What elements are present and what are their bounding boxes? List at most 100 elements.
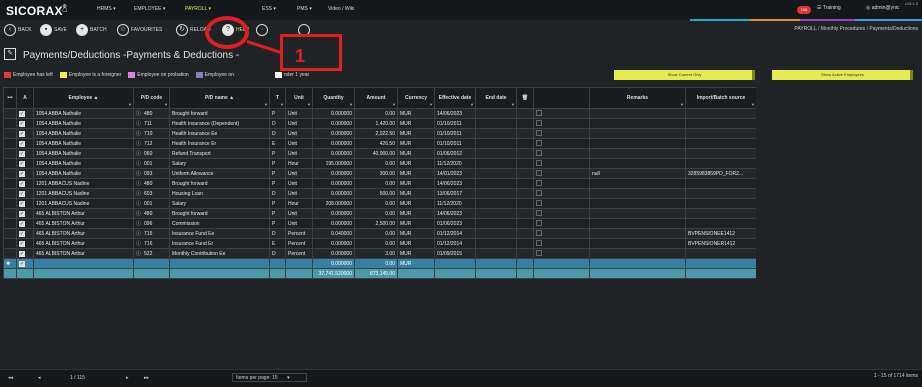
- column-header[interactable]: [533, 87, 590, 109]
- batch-button[interactable]: + BATCH: [76, 23, 107, 37]
- info-icon[interactable]: ⓘ: [136, 221, 141, 227]
- column-header[interactable]: Import/Batch source ▼: [685, 87, 757, 109]
- nav-payroll[interactable]: PAYROLL ▾: [185, 6, 211, 12]
- filter-icon[interactable]: ▼: [751, 102, 755, 107]
- nav-ess[interactable]: ESS ▾: [262, 6, 276, 12]
- table-row[interactable]: ✓ 1054 ABBA Nathalie ⓘ 001 Salary P Hour 195.00…: [3, 158, 757, 169]
- items-per-page-select[interactable]: Items per page: 15 ▾: [232, 373, 307, 382]
- prev-page-button[interactable]: ◂: [38, 375, 41, 381]
- row-checkbox[interactable]: ✓: [16, 218, 34, 229]
- table-row[interactable]: ✓ 1054 ABBA Nathalie ⓘ 710 Health Insurance …: [3, 128, 757, 139]
- new-row-cell[interactable]: [475, 258, 517, 269]
- last-page-button[interactable]: ▸▸: [144, 375, 149, 381]
- info-icon[interactable]: ⓘ: [136, 231, 141, 237]
- filter-icon[interactable]: ▼: [470, 102, 474, 107]
- delete-checkbox[interactable]: [536, 179, 542, 186]
- column-header[interactable]: T ▼: [269, 87, 286, 109]
- delete-checkbox[interactable]: [536, 139, 542, 146]
- delete-checkbox[interactable]: [536, 249, 542, 256]
- table-row[interactable]: ✓ 1201 ABBACUS Nadine ⓘ 603 Housing Loan D Uni…: [3, 188, 757, 199]
- delete-checkbox[interactable]: [536, 189, 542, 196]
- info-icon[interactable]: ⓘ: [136, 201, 141, 207]
- delete-checkbox[interactable]: [536, 159, 542, 166]
- table-row[interactable]: ✓ 1201 ABBACUS Nadine ⓘ 480 Brought forward P…: [3, 178, 757, 189]
- column-header[interactable]: 🗑: [516, 87, 534, 109]
- info-icon[interactable]: ⓘ: [136, 121, 141, 127]
- row-checkbox[interactable]: ✓: [16, 228, 34, 239]
- info-icon[interactable]: ⓘ: [136, 211, 141, 217]
- notification-badge[interactable]: 106: [797, 6, 811, 14]
- column-header[interactable]: Quantity ▼: [312, 87, 355, 109]
- row-checkbox[interactable]: ✓: [16, 248, 34, 259]
- new-row-cell[interactable]: [133, 258, 170, 269]
- row-checkbox[interactable]: ✓: [16, 128, 34, 139]
- new-row-cell[interactable]: [285, 258, 313, 269]
- new-currency[interactable]: MUR: [397, 258, 435, 269]
- column-header[interactable]: P/D name ▲ ▼: [169, 87, 270, 109]
- column-header[interactable]: A: [16, 87, 34, 109]
- row-checkbox[interactable]: ✓: [16, 198, 34, 209]
- column-header[interactable]: Remarks ▼: [589, 87, 686, 109]
- new-row-cell[interactable]: [533, 258, 590, 269]
- row-checkbox[interactable]: ✓: [16, 118, 34, 129]
- next-page-button[interactable]: ▸: [126, 375, 129, 381]
- new-row[interactable]: ✱ ✓ 0.000000 0.00 MUR: [3, 258, 757, 269]
- info-icon[interactable]: ⓘ: [136, 171, 141, 177]
- row-checkbox[interactable]: ✓: [16, 148, 34, 159]
- nav-pms[interactable]: PMS ▾: [297, 6, 312, 12]
- table-row[interactable]: ✓ 1054 ABBA Nathalie ⓘ 712 Health Insurance …: [3, 138, 757, 149]
- new-row-cell[interactable]: [516, 258, 534, 269]
- filter-icon[interactable]: ▼: [392, 102, 396, 107]
- info-icon[interactable]: ⓘ: [136, 151, 141, 157]
- info-icon[interactable]: ⓘ: [136, 111, 141, 117]
- filter-icon[interactable]: ▼: [164, 102, 168, 107]
- column-header[interactable]: Amount ▼: [354, 87, 398, 109]
- row-checkbox[interactable]: ✓: [16, 238, 34, 249]
- new-row-cell[interactable]: [169, 258, 270, 269]
- show-active-employees-button[interactable]: Show Active Employees: [772, 70, 913, 80]
- breadcrumb-monthly[interactable]: Monthly Procedures: [821, 26, 865, 32]
- filter-icon[interactable]: ▼: [264, 102, 268, 107]
- nav-employee[interactable]: EMPLOYEE ▾: [134, 6, 165, 12]
- save-button[interactable]: ▪ SAVE: [40, 23, 67, 37]
- new-quantity[interactable]: 0.000000: [312, 258, 355, 269]
- filter-icon[interactable]: ▼: [511, 102, 515, 107]
- filter-icon[interactable]: ▼: [680, 102, 684, 107]
- favourites-button[interactable]: ☆ FAVOURITES: [117, 23, 162, 37]
- table-row[interactable]: ✓ 465 ALBISTON Arthur ⓘ 096 Commission P Unit 0…: [3, 218, 757, 229]
- info-icon[interactable]: ⓘ: [136, 181, 141, 187]
- delete-checkbox[interactable]: [536, 229, 542, 236]
- filter-icon[interactable]: ▼: [429, 102, 433, 107]
- table-row[interactable]: ✓ 465 ALBISTON Arthur ⓘ 522 Monthly Contribu…: [3, 248, 757, 259]
- show-current-only-button[interactable]: Show Current Only: [614, 70, 755, 80]
- info-icon[interactable]: ⓘ: [136, 191, 141, 197]
- info-icon[interactable]: ⓘ: [136, 241, 141, 247]
- column-header[interactable]: Employee ▲ ▼: [33, 87, 134, 109]
- delete-checkbox[interactable]: [536, 199, 542, 206]
- filter-icon[interactable]: ▼: [128, 102, 132, 107]
- table-row[interactable]: ✓ 1054 ABBA Nathalie ⓘ 711 Health Insurance …: [3, 118, 757, 129]
- table-row[interactable]: ✓ 465 ALBISTON Arthur ⓘ 715 Insurance Fund E…: [3, 228, 757, 239]
- new-row-cell[interactable]: [434, 258, 476, 269]
- column-header[interactable]: End date ▼: [475, 87, 517, 109]
- row-checkbox[interactable]: ✓: [16, 258, 34, 269]
- home-icon[interactable]: ⌂: [62, 5, 72, 14]
- nav-video-wiki[interactable]: Video / Wiki: [328, 6, 354, 12]
- column-header[interactable]: Unit ▼: [285, 87, 313, 109]
- row-checkbox[interactable]: ✓: [16, 178, 34, 189]
- row-checkbox[interactable]: ✓: [16, 168, 34, 179]
- new-row-cell[interactable]: [589, 258, 686, 269]
- delete-checkbox[interactable]: [536, 129, 542, 136]
- new-row-cell[interactable]: [685, 258, 757, 269]
- extra-button[interactable]: ·: [256, 23, 268, 37]
- info-icon[interactable]: ⓘ: [136, 141, 141, 147]
- column-header[interactable]: Currency ▼: [397, 87, 435, 109]
- delete-checkbox[interactable]: [536, 239, 542, 246]
- delete-checkbox[interactable]: [536, 149, 542, 156]
- info-icon[interactable]: ⓘ: [136, 251, 141, 257]
- delete-checkbox[interactable]: [536, 119, 542, 126]
- delete-checkbox[interactable]: [536, 109, 542, 116]
- table-row[interactable]: ✓ 465 ALBISTON Arthur ⓘ 716 Insurance Fund E…: [3, 238, 757, 249]
- info-icon[interactable]: ⓘ: [136, 161, 141, 167]
- column-header[interactable]: Effective date ▼: [434, 87, 476, 109]
